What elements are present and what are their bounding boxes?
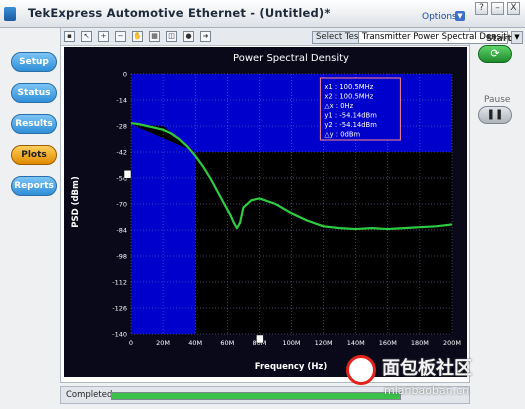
marker-readout-line: y1 : -54.14dBm (324, 112, 377, 120)
zoom-in-icon[interactable]: + (98, 31, 109, 42)
y-tick-label: -42 (116, 149, 127, 157)
chevron-down-icon[interactable]: ▼ (511, 31, 523, 44)
cursor-icon[interactable]: ↖ (81, 31, 92, 42)
marker-readout-line: △y : 0dBm (324, 131, 360, 139)
watermark-logo-icon (346, 355, 376, 385)
x-tick-label: 140M (347, 339, 365, 347)
marker-readout-line: y2 : -54.14dBm (324, 121, 377, 129)
y-axis-label: PSD (dBm) (71, 176, 81, 228)
y-tick-label: -98 (116, 253, 127, 261)
minimize-button[interactable]: – (491, 2, 504, 15)
sidebar-item-status[interactable]: Status (11, 83, 57, 103)
x-tick-label: 160M (379, 339, 397, 347)
x-tick-label: 60M (220, 339, 234, 347)
grid-icon[interactable]: ▦ (149, 31, 160, 42)
start-button[interactable]: ⟳ (478, 45, 512, 63)
zoom-out-icon[interactable]: − (115, 31, 126, 42)
y-tick-label: -126 (112, 305, 127, 313)
x-tick-label: 20M (156, 339, 170, 347)
save-icon[interactable]: ▪ (64, 31, 75, 42)
y-tick-label: -70 (116, 201, 127, 209)
pause-button[interactable]: ❚❚ (478, 106, 512, 124)
help-button[interactable]: ? (475, 2, 488, 15)
pan-icon[interactable]: ✋ (132, 31, 143, 42)
x-tick-label: 180M (411, 339, 429, 347)
plot-toolbar: ▪ ↖ + − ✋ ▦ ◫ ● ➜ Select Test Transmitte… (61, 28, 523, 46)
y-tick-label: 0 (123, 71, 127, 79)
title-bar: TekExpress Automotive Ethernet - (Untitl… (0, 0, 525, 28)
y-tick-label: -112 (112, 279, 127, 287)
marker-readout-line: x1 : 100.5MHz (324, 83, 373, 91)
y-tick-label: -14 (116, 97, 127, 105)
start-label: Start (486, 34, 512, 44)
status-text: Completed (66, 390, 113, 400)
close-button[interactable]: X (507, 2, 520, 15)
marker-readout-line: x2 : 100.5MHz (324, 93, 373, 101)
chart-title: Power Spectral Density (233, 53, 349, 64)
watermark: 面包板社区 mianbaoban.cn (346, 352, 525, 409)
x-tick-label: 40M (188, 339, 202, 347)
export-icon[interactable]: ➜ (200, 31, 211, 42)
y-cursor-marker (123, 170, 132, 179)
y-tick-label: -28 (116, 123, 127, 131)
marker-icon[interactable]: ◫ (166, 31, 177, 42)
x-axis-label: Frequency (Hz) (255, 362, 328, 372)
color-icon[interactable]: ● (183, 31, 194, 42)
marker-readout-line: △x : 0Hz (324, 102, 353, 110)
x-cursor-marker (256, 334, 264, 344)
sidebar-item-results[interactable]: Results (11, 114, 57, 134)
psd-chart: Power Spectral Density PSD (dBm) Frequen… (71, 53, 461, 372)
options-menu[interactable]: Options (422, 12, 457, 22)
x-tick-label: 120M (315, 339, 333, 347)
x-tick-label: 0 (129, 339, 133, 347)
options-chevron-icon[interactable]: ▼ (455, 11, 465, 21)
watermark-url: mianbaoban.cn (384, 384, 470, 397)
y-tick-label: -84 (116, 227, 127, 235)
app-logo-icon (4, 7, 16, 21)
sidebar-item-plots[interactable]: Plots (11, 145, 57, 165)
sidebar-item-setup[interactable]: Setup (11, 52, 57, 72)
x-tick-label: 100M (282, 339, 300, 347)
sidebar-item-reports[interactable]: Reports (11, 176, 57, 196)
x-tick-label: 200M (443, 339, 461, 347)
watermark-title: 面包板社区 (382, 358, 472, 379)
pause-label: Pause (484, 95, 511, 105)
window-title: TekExpress Automotive Ethernet - (Untitl… (28, 6, 331, 20)
y-tick-label: -140 (112, 331, 127, 339)
